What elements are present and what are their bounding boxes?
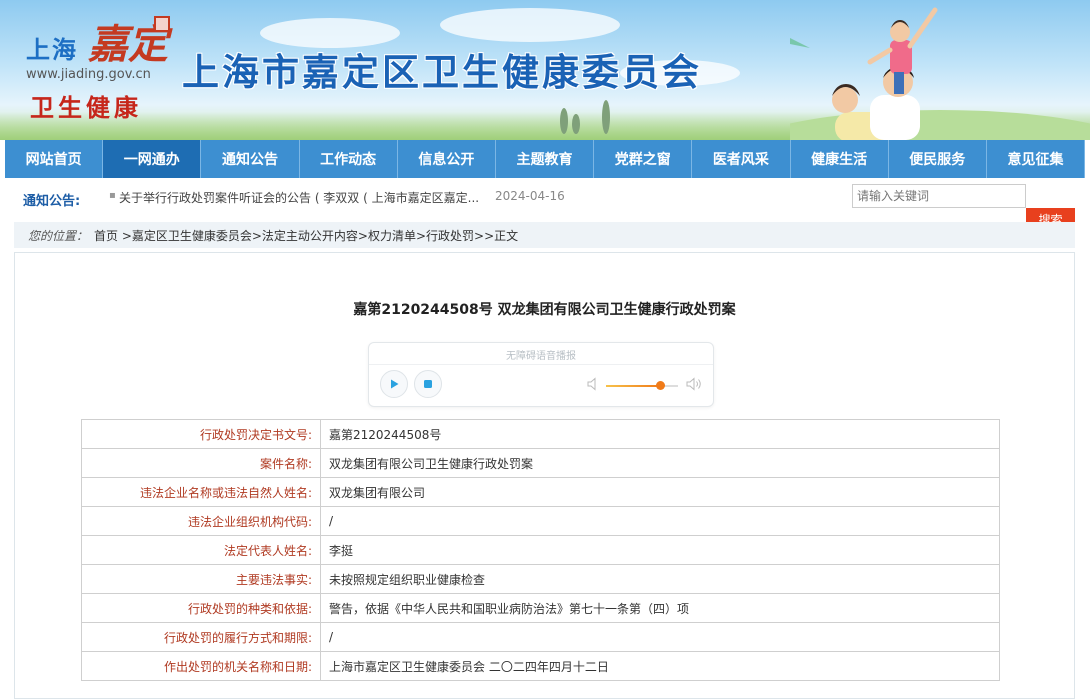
volume-up-icon[interactable] (686, 377, 702, 391)
audio-player: 无障碍语音播报 (368, 342, 714, 407)
volume-down-icon[interactable] (587, 377, 599, 391)
field-label: 行政处罚决定书文号: (81, 419, 321, 449)
nav-item-healthy-living[interactable]: 健康生活 (791, 140, 889, 178)
field-value: / (320, 622, 1000, 652)
tree-decoration (602, 100, 610, 134)
field-value: 警告，依据《中华人民共和国职业病防治法》第七十一条第（四）项 (320, 593, 1000, 623)
breadcrumb: 您的位置： 首页 >嘉定区卫生健康委员会>法定主动公开内容>权力清单>行政处罚>… (14, 222, 1075, 248)
main-nav: 网站首页 一网通办 通知公告 工作动态 信息公开 主题教育 党群之窗 医者风采 … (5, 140, 1086, 178)
logo-seal-icon (154, 16, 170, 32)
nav-item-one-network[interactable]: 一网通办 (103, 140, 202, 178)
field-value: 未按照规定组织职业健康检查 (320, 564, 1000, 594)
stop-icon (424, 380, 432, 388)
table-row: 违法企业名称或违法自然人姓名: 双龙集团有限公司 (81, 477, 1000, 507)
cloud-decoration (440, 8, 620, 42)
notice-link[interactable]: 关于举行行政处罚案件听证会的公告 ( 李双双 ( 上海市嘉定区嘉定... (119, 189, 479, 206)
field-value: / (320, 506, 1000, 536)
field-value: 双龙集团有限公司 (320, 477, 1000, 507)
table-row: 行政处罚决定书文号: 嘉第2120244508号 (81, 419, 1000, 449)
site-title: 上海市嘉定区卫生健康委员会 (182, 51, 702, 94)
notice-bar: 通知公告: ▪ 关于举行行政处罚案件听证会的公告 ( 李双双 ( 上海市嘉定区嘉… (5, 181, 1085, 230)
breadcrumb-path[interactable]: 首页 >嘉定区卫生健康委员会>法定主动公开内容>权力清单>行政处罚>>正文 (94, 227, 518, 244)
logo-subtitle: 卫生健康 (30, 94, 142, 122)
nav-item-feedback[interactable]: 意见征集 (987, 140, 1086, 178)
play-button[interactable] (380, 370, 408, 398)
page-title: 嘉第2120244508号 双龙集团有限公司卫生健康行政处罚案 (353, 302, 736, 318)
nav-item-work-news[interactable]: 工作动态 (300, 140, 398, 178)
family-illustration (790, 7, 1090, 140)
play-icon (391, 379, 399, 389)
nav-item-party-window[interactable]: 党群之窗 (594, 140, 693, 178)
breadcrumb-label: 您的位置： (28, 229, 89, 243)
tree-decoration (560, 108, 568, 134)
nav-item-public-services[interactable]: 便民服务 (889, 140, 987, 178)
search-input[interactable] (852, 184, 1026, 208)
logo-city[interactable]: 上海 (26, 30, 78, 65)
table-row: 法定代表人姓名: 李挺 (81, 535, 1000, 565)
volume-knob[interactable] (656, 381, 665, 390)
field-label: 行政处罚的履行方式和期限: (81, 622, 321, 652)
field-label: 作出处罚的机关名称和日期: (81, 651, 321, 681)
bullet-icon: ▪ (109, 190, 116, 201)
site-banner: 上海 嘉定 www.jiading.gov.cn 卫生健康 上海市嘉定区卫生健康… (0, 0, 1090, 140)
penalty-info-table: 行政处罚决定书文号: 嘉第2120244508号 案件名称: 双龙集团有限公司卫生健康… (81, 419, 1000, 681)
table-row: 案件名称: 双龙集团有限公司卫生健康行政处罚案 (81, 448, 1000, 478)
nav-item-info-disclosure[interactable]: 信息公开 (398, 140, 496, 178)
field-value: 嘉第2120244508号 (320, 419, 1000, 449)
page: 上海 嘉定 www.jiading.gov.cn 卫生健康 上海市嘉定区卫生健康… (0, 0, 1090, 699)
table-row: 主要违法事实: 未按照规定组织职业健康检查 (81, 564, 1000, 594)
field-label: 法定代表人姓名: (81, 535, 321, 565)
table-row: 行政处罚的履行方式和期限: / (81, 622, 1000, 652)
notice-label: 通知公告: (23, 194, 81, 209)
nav-item-notices[interactable]: 通知公告 (201, 140, 300, 178)
nav-item-home[interactable]: 网站首页 (5, 140, 104, 178)
nav-item-theme-education[interactable]: 主题教育 (496, 140, 595, 178)
bird-icon (790, 38, 810, 48)
field-label: 案件名称: (81, 448, 321, 478)
field-value: 上海市嘉定区卫生健康委员会 二〇二四年四月十二日 (320, 651, 1000, 681)
player-hint: 无障碍语音播报 (506, 351, 576, 362)
volume-slider[interactable] (606, 381, 678, 390)
stop-button[interactable] (414, 370, 442, 398)
logo-url: www.jiading.gov.cn (26, 67, 151, 82)
nav-item-doctor-profiles[interactable]: 医者风采 (692, 140, 791, 178)
table-row: 违法企业组织机构代码: / (81, 506, 1000, 536)
field-value: 李挺 (320, 535, 1000, 565)
field-value: 双龙集团有限公司卫生健康行政处罚案 (320, 448, 1000, 478)
volume-fill (606, 385, 660, 387)
notice-date: 2024-04-16 (495, 189, 565, 203)
field-label: 主要违法事实: (81, 564, 321, 594)
divider (369, 364, 713, 365)
article-content: 嘉第2120244508号 双龙集团有限公司卫生健康行政处罚案 无障碍语音播报 (14, 252, 1075, 699)
tree-decoration (572, 114, 580, 134)
table-row: 行政处罚的种类和依据: 警告，依据《中华人民共和国职业病防治法》第七十一条第（四）… (81, 593, 1000, 623)
table-row: 作出处罚的机关名称和日期: 上海市嘉定区卫生健康委员会 二〇二四年四月十二日 (81, 651, 1000, 681)
field-label: 违法企业组织机构代码: (81, 506, 321, 536)
field-label: 行政处罚的种类和依据: (81, 593, 321, 623)
field-label: 违法企业名称或违法自然人姓名: (81, 477, 321, 507)
